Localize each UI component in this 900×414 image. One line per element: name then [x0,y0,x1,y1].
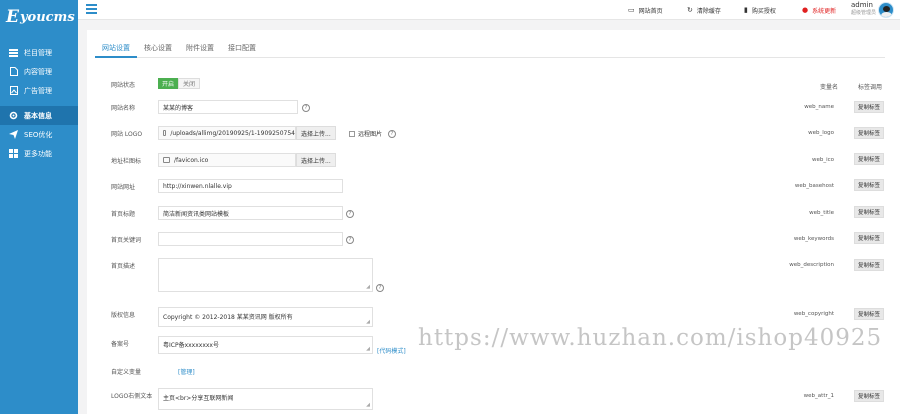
site-url-input[interactable]: http://xinwen.nlalle.vip [158,179,343,193]
var-keywords: web_keywords [793,236,834,242]
copy-tag-button[interactable]: 复制标签 [854,308,885,320]
status-off-button[interactable]: 关闭 [178,78,201,89]
status-label: 网站状态 [111,82,136,89]
refresh-icon: ↻ [687,6,693,14]
file-icon [163,157,170,163]
var-logo: web_logo [808,130,834,136]
copy-tag-button[interactable]: 复制标签 [854,153,885,165]
menu-toggle-icon[interactable] [86,4,97,14]
tab-site-settings[interactable]: 网站设置 [95,38,137,58]
site-home-link[interactable]: ▭ 网站首页 [628,0,663,20]
sidebar-item-content[interactable]: 内容管理 [0,62,78,81]
alert-icon: ● [802,6,809,14]
favicon-path-input[interactable]: /favicon.ico [158,153,296,167]
sidebar-item-more[interactable]: 更多功能 [0,144,78,163]
column-header-call: 标签调用 [858,84,883,91]
favicon-label: 地址栏图标 [111,158,142,165]
code-mode-link[interactable]: [代码模式] [377,346,406,355]
grid-icon [9,149,18,158]
copy-tag-button[interactable]: 复制标签 [854,390,885,402]
slogan-label: LOGO右侧文本 [111,393,153,400]
resize-handle-icon[interactable]: ◢ [366,284,370,290]
var-copyright: web_copyright [793,311,834,317]
sidebar-item-seo[interactable]: SEO优化 [0,125,78,144]
copyright-textarea[interactable]: Copyright © 2012-2018 某某资讯网 版权所有 ◢ [158,307,373,327]
sidebar: Eyoucms 栏目管理 内容管理 广告管理 基本信息 SEO优化 更多功能 [0,0,78,414]
logo-label: 网站 LOGO [111,131,143,138]
slogan-textarea[interactable]: 主页<br>分享互联网新闻 ◢ [158,388,373,410]
manage-link[interactable]: [管理] [178,367,195,376]
home-title-input[interactable]: 简洁新闻资讯类网站模板 [158,206,343,220]
admin-user[interactable]: admin 超级管理员 [851,1,876,17]
var-slogan: web_attr_1 [803,393,834,399]
copy-tag-button[interactable]: 复制标签 [854,206,885,218]
gear-icon [9,111,18,120]
home-description-label: 首页描述 [111,263,136,270]
send-icon [9,130,18,139]
help-icon[interactable]: ? [388,130,396,138]
var-title: web_title [809,210,834,216]
remote-image-checkbox[interactable]: 远程图片 [349,129,382,138]
buy-license-link[interactable]: ▮ 购买授权 [744,0,776,20]
beian-textarea[interactable]: 粤ICP备xxxxxxxx号 ◢ [158,336,373,354]
resize-handle-icon[interactable]: ◢ [366,346,370,352]
home-keywords-label: 首页关键词 [111,237,142,244]
resize-handle-icon[interactable]: ◢ [366,402,370,408]
column-header-var: 变量名 [820,84,839,91]
copyright-label: 版权信息 [111,312,136,319]
settings-tabs: 网站设置 核心设置 附件设置 接口配置 [95,38,885,58]
var-url: web_basehost [794,183,834,189]
beian-label: 备案号 [111,341,130,348]
monitor-icon: ▭ [628,6,635,14]
clear-cache-link[interactable]: ↻ 清除缓存 [687,0,721,20]
var-ico: web_ico [811,157,834,163]
resize-handle-icon[interactable]: ◢ [366,319,370,325]
copy-tag-button[interactable]: 复制标签 [854,101,885,113]
copy-tag-button[interactable]: 复制标签 [854,179,885,191]
help-icon[interactable]: ? [302,104,310,112]
home-description-textarea[interactable]: ◢ [158,258,373,292]
list-icon [9,48,18,57]
tab-attachment-settings[interactable]: 附件设置 [179,38,221,58]
var-name: web_name [804,104,834,110]
help-icon[interactable]: ? [376,284,384,292]
home-keywords-input[interactable] [158,232,343,246]
sidebar-item-ads[interactable]: 广告管理 [0,81,78,100]
topbar: ▭ 网站首页 ↻ 清除缓存 ▮ 购买授权 ● 系统更新 admin 超级管理员 [78,0,900,20]
status-on-button[interactable]: 开启 [158,78,179,89]
site-name-label: 网站名称 [111,105,136,112]
favicon-upload-button[interactable]: 选择上传... [296,153,336,167]
logo-upload-button[interactable]: 选择上传... [296,126,336,140]
logo-path-input[interactable]: /uploads/allimg/20190925/1-1909250754 [158,126,296,140]
avatar[interactable] [878,2,894,18]
home-title-label: 首页标题 [111,211,136,218]
site-url-label: 网站网址 [111,184,136,191]
brand-logo[interactable]: Eyoucms [0,0,78,34]
document-icon [9,67,18,76]
settings-panel: 网站设置 核心设置 附件设置 接口配置 变量名 标签调用 网站状态 开启 关闭 … [87,30,900,414]
tab-api-config[interactable]: 接口配置 [221,38,263,58]
help-icon[interactable]: ? [346,236,354,244]
site-name-input[interactable]: 某某的博客 [158,100,298,114]
var-description: web_description [789,262,834,268]
sidebar-item-basic-info[interactable]: 基本信息 [0,106,78,125]
copy-tag-button[interactable]: 复制标签 [854,232,885,244]
custom-vars-label: 自定义变量 [111,369,142,376]
bookmark-icon: ▮ [744,6,748,14]
copy-tag-button[interactable]: 复制标签 [854,127,885,139]
file-icon [163,130,167,136]
system-update-link[interactable]: ● 系统更新 [802,0,836,20]
status-toggle[interactable]: 开启 关闭 [158,78,201,89]
tab-core-settings[interactable]: 核心设置 [137,38,179,58]
image-icon [9,86,18,95]
sidebar-item-columns[interactable]: 栏目管理 [0,43,78,62]
help-icon[interactable]: ? [346,210,354,218]
copy-tag-button[interactable]: 复制标签 [854,259,885,271]
